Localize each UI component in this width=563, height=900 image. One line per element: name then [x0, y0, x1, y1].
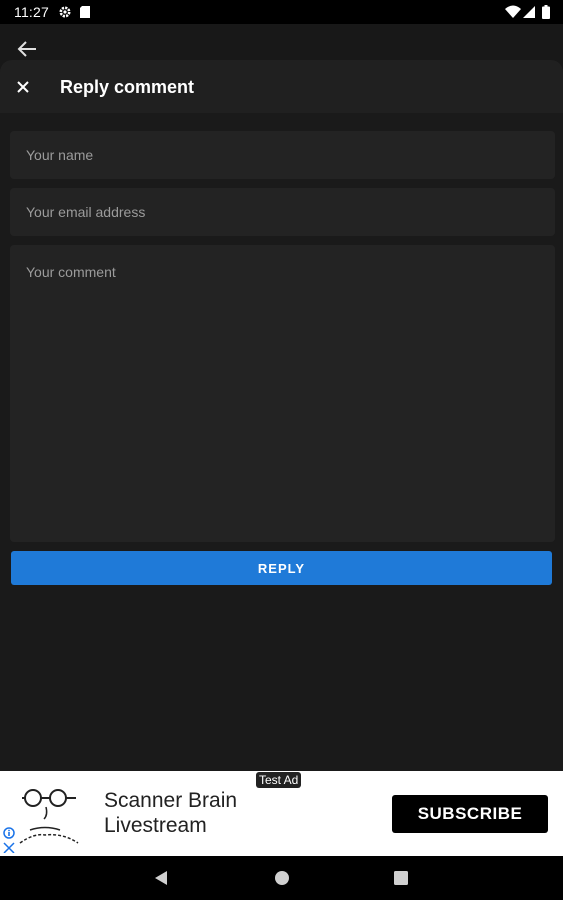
sd-card-icon — [79, 5, 91, 24]
close-button[interactable] — [12, 76, 34, 98]
battery-icon — [542, 5, 550, 24]
gear-icon — [58, 5, 72, 24]
reply-button[interactable]: REPLY — [11, 551, 552, 585]
status-bar: 11:27 — [0, 0, 563, 24]
status-time: 11:27 — [14, 4, 49, 20]
back-button[interactable] — [14, 37, 40, 61]
triangle-back-icon — [155, 871, 167, 885]
name-field-container — [10, 131, 555, 179]
nav-back-button[interactable] — [150, 868, 172, 888]
comment-input[interactable] — [10, 245, 555, 542]
sheet-header: Reply comment — [0, 60, 563, 113]
navigation-bar — [0, 856, 563, 900]
nav-recents-button[interactable] — [390, 868, 412, 888]
circle-home-icon — [275, 871, 289, 885]
close-icon — [17, 81, 29, 93]
reply-sheet: Reply comment — [0, 60, 563, 771]
signal-icon — [523, 5, 536, 24]
comment-field-container — [10, 245, 555, 542]
email-field-container — [10, 188, 555, 236]
cartoon-face-icon[interactable] — [18, 785, 88, 847]
arrow-left-icon — [17, 41, 36, 57]
name-input[interactable] — [10, 131, 555, 179]
adchoices-icon[interactable] — [2, 827, 16, 858]
ad-banner[interactable]: Test Ad Scanner Brain Livestream SUBSCRI… — [0, 771, 563, 856]
email-input[interactable] — [10, 188, 555, 236]
subscribe-button[interactable]: SUBSCRIBE — [392, 795, 548, 833]
wifi-icon — [505, 5, 521, 24]
sheet-title: Reply comment — [60, 77, 195, 97]
test-ad-badge: Test Ad — [256, 772, 302, 788]
square-recents-icon — [394, 871, 408, 885]
ad-title[interactable]: Scanner Brain Livestream — [104, 788, 274, 838]
nav-home-button[interactable] — [271, 868, 293, 888]
